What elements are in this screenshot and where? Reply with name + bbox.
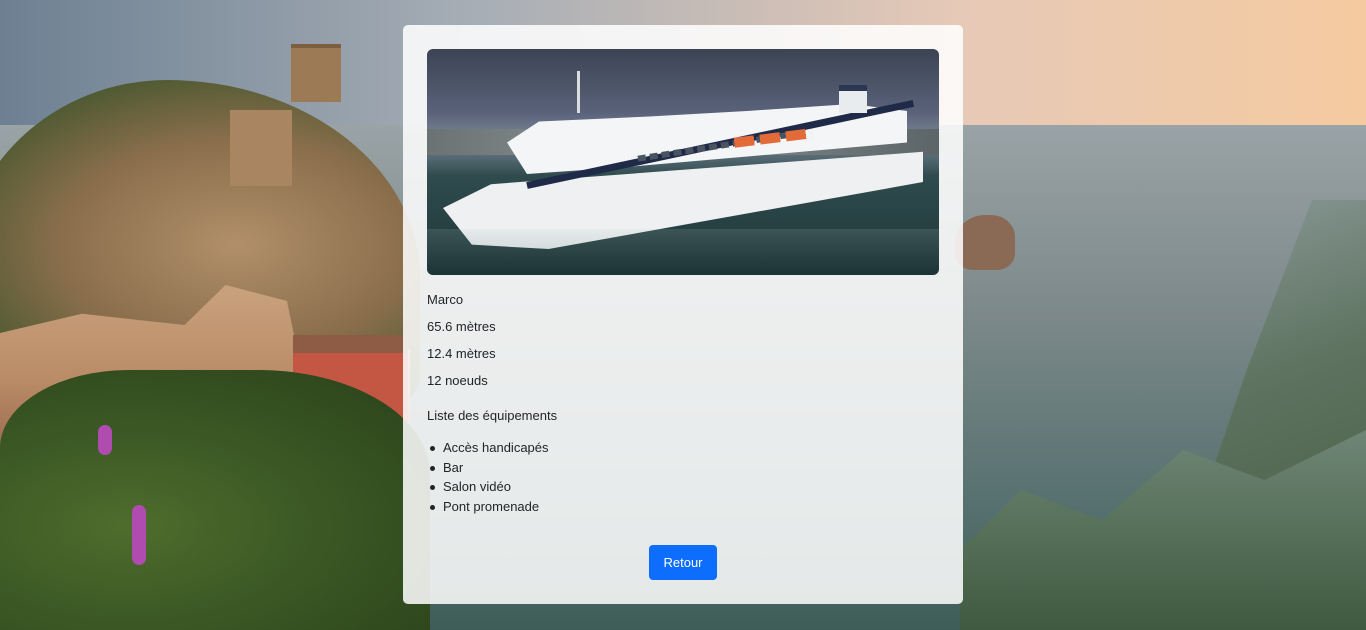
water <box>427 229 939 275</box>
list-item: Accès handicapés <box>430 438 939 458</box>
boat-width: 12.4 mètres <box>427 346 496 361</box>
equipment-list: Accès handicapés Bar Salon vidéo Pont pr… <box>427 438 939 516</box>
purple-flower <box>98 425 112 455</box>
back-button[interactable]: Retour <box>649 545 717 580</box>
boat-name: Marco <box>427 292 464 307</box>
boat-length: 65.6 mètres <box>427 319 496 334</box>
actions: Retour <box>403 545 963 580</box>
ship-photo <box>427 49 939 275</box>
list-item: Salon vidéo <box>430 477 939 497</box>
boat-info: Marco 65.6 mètres 12.4 mètres 12 noeuds … <box>427 291 939 516</box>
boat-detail-card: Marco 65.6 mètres 12.4 mètres 12 noeuds … <box>403 25 963 604</box>
list-item: Pont promenade <box>430 497 939 517</box>
left-vegetation <box>0 370 430 630</box>
boat-speed: 12 noeuds <box>427 373 488 388</box>
ship-mast <box>577 71 580 113</box>
stone-tower <box>291 44 341 102</box>
ruined-tower <box>230 110 292 186</box>
equipment-title: Liste des équipements <box>427 408 558 423</box>
purple-flower <box>132 505 146 565</box>
list-item: Bar <box>430 458 939 478</box>
sea-rock <box>955 215 1015 270</box>
ship-funnel <box>839 85 867 113</box>
